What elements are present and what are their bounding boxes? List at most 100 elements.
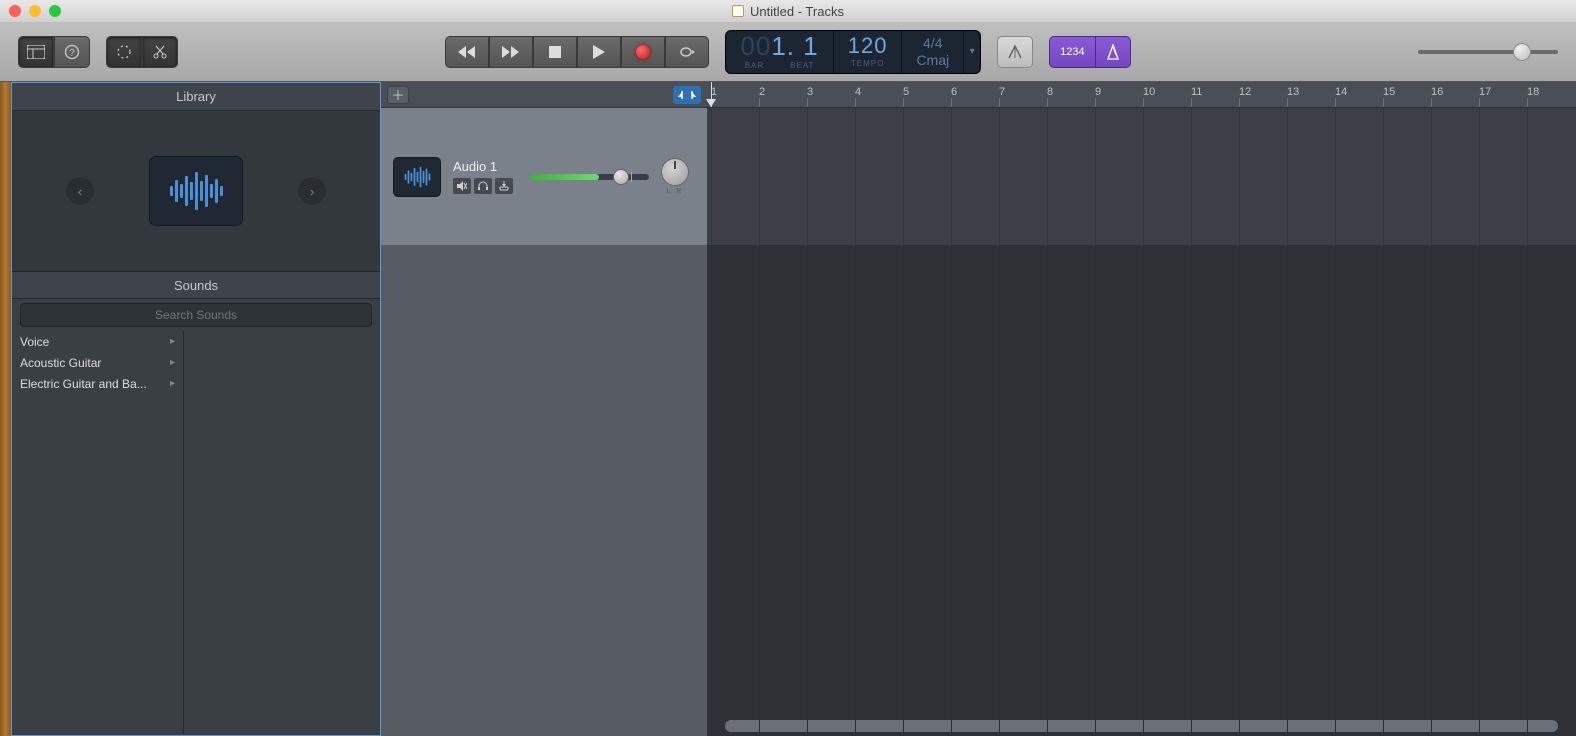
timeline-empty-area[interactable] (707, 246, 1576, 736)
toolbar: ? 001. 1 BARBEAT 120 TEMPO 4/4 Cmaj ▾ (0, 22, 1576, 82)
chevron-right-icon: ▸ (170, 378, 175, 389)
forward-button[interactable] (489, 36, 533, 68)
ruler-number: 10 (1143, 86, 1155, 98)
solo-button[interactable] (474, 178, 492, 194)
library-panel: Library ‹ › Sounds Voice▸ Acoustic Guita… (11, 82, 381, 736)
play-button[interactable] (577, 36, 621, 68)
track-volume-thumb[interactable] (613, 169, 629, 185)
ruler-number: 6 (951, 86, 957, 98)
sound-category-item[interactable]: Electric Guitar and Ba...▸ (12, 373, 183, 394)
sound-category-item[interactable]: Voice▸ (12, 331, 183, 352)
ruler-number: 18 (1527, 86, 1539, 98)
library-header: Library (12, 83, 380, 111)
smart-controls-button[interactable] (106, 36, 142, 68)
master-volume-thumb[interactable] (1513, 43, 1531, 61)
timeline-area[interactable]: 123456789101112131415161718 (707, 82, 1576, 736)
tuner-icon (1006, 43, 1024, 61)
waveform-icon (170, 172, 223, 210)
window-title-text: Untitled - Tracks (750, 4, 844, 19)
svg-text:?: ? (69, 48, 75, 59)
ruler-number: 12 (1239, 86, 1251, 98)
document-icon (732, 5, 744, 17)
track-type-icon (393, 157, 441, 197)
ruler-number: 11 (1191, 86, 1202, 98)
metronome-button[interactable] (1096, 36, 1131, 68)
rewind-button[interactable] (445, 36, 489, 68)
search-sounds-input[interactable] (20, 303, 372, 327)
cycle-icon (678, 45, 696, 59)
track-header-column: ＋ Audio 1 (381, 82, 707, 736)
add-track-button[interactable]: ＋ (387, 86, 409, 104)
forward-icon (502, 46, 520, 58)
sound-subcategory-column (184, 331, 380, 735)
library-preview: ‹ › (12, 111, 380, 271)
track-filter-button[interactable] (673, 86, 701, 104)
ruler-number: 15 (1383, 86, 1395, 98)
record-icon (636, 45, 650, 59)
cycle-button[interactable] (665, 36, 709, 68)
quick-help-button[interactable]: ? (54, 36, 90, 68)
lcd-display[interactable]: 001. 1 BARBEAT 120 TEMPO 4/4 Cmaj ▾ (725, 30, 981, 74)
playhead[interactable] (711, 82, 712, 107)
lcd-tempo-value: 120 (848, 35, 888, 57)
horizontal-scrollbar[interactable] (725, 720, 1558, 732)
lcd-bar-prefix: 00 (740, 31, 771, 61)
lcd-bar-value: 1. 1 (771, 31, 818, 61)
wood-edge-left (0, 82, 11, 736)
ruler-number: 9 (1095, 86, 1101, 98)
input-icon (499, 181, 509, 191)
ruler-number: 7 (999, 86, 1005, 98)
stop-button[interactable] (533, 36, 577, 68)
sound-category-column: Voice▸ Acoustic Guitar▸ Electric Guitar … (12, 331, 184, 735)
headphones-icon (478, 181, 488, 191)
ruler-number: 8 (1047, 86, 1053, 98)
library-prev-button[interactable]: ‹ (66, 177, 94, 205)
lcd-timesig-value: 4/4 (923, 36, 942, 50)
count-in-label: 1234 (1060, 46, 1084, 58)
notepad-button[interactable] (997, 36, 1033, 68)
ruler-number: 17 (1479, 86, 1491, 98)
ruler-number: 16 (1431, 86, 1443, 98)
editors-button[interactable] (142, 36, 178, 68)
mute-icon (457, 181, 467, 191)
ruler-number: 5 (903, 86, 909, 98)
ruler-number: 13 (1287, 86, 1299, 98)
pan-label: L R (667, 188, 684, 195)
input-monitor-button[interactable] (495, 178, 513, 194)
chevron-right-icon: ▸ (170, 336, 175, 347)
play-icon (593, 45, 605, 59)
track-header[interactable]: Audio 1 L R (381, 108, 707, 246)
track-lane[interactable] (707, 108, 1576, 246)
horizontal-scrollbar-thumb[interactable] (725, 720, 1558, 732)
chevron-right-icon: ▸ (170, 357, 175, 368)
mute-button[interactable] (453, 178, 471, 194)
track-volume-slider[interactable] (529, 174, 649, 180)
transport-controls (445, 36, 709, 68)
master-volume-slider[interactable] (1418, 50, 1558, 54)
help-icon: ? (64, 44, 80, 60)
rewind-icon (458, 46, 476, 58)
lcd-bar-label: BAR (745, 61, 764, 70)
track-header-empty (381, 246, 707, 736)
metronome-icon (1106, 44, 1120, 60)
count-in-button[interactable]: 1234 (1049, 36, 1095, 68)
pan-knob[interactable] (661, 158, 689, 186)
ruler-number: 2 (759, 86, 765, 98)
lcd-key-value: Cmaj (916, 53, 949, 67)
scissors-icon (153, 44, 167, 60)
sound-category-item[interactable]: Acoustic Guitar▸ (12, 352, 183, 373)
stop-icon (549, 46, 561, 58)
track-volume-meter (529, 174, 599, 180)
lcd-dropdown[interactable]: ▾ (964, 31, 980, 73)
dial-icon (116, 44, 132, 60)
record-button[interactable] (621, 36, 665, 68)
library-next-button[interactable]: › (298, 177, 326, 205)
window-titlebar: Untitled - Tracks (0, 0, 1576, 22)
filter-icon (678, 89, 696, 101)
window-title: Untitled - Tracks (0, 4, 1576, 19)
timeline-ruler[interactable]: 123456789101112131415161718 (707, 82, 1576, 108)
lcd-tempo-label: TEMPO (851, 59, 884, 68)
library-toggle-button[interactable] (18, 36, 54, 68)
library-icon (27, 45, 45, 59)
ruler-number: 3 (807, 86, 813, 98)
